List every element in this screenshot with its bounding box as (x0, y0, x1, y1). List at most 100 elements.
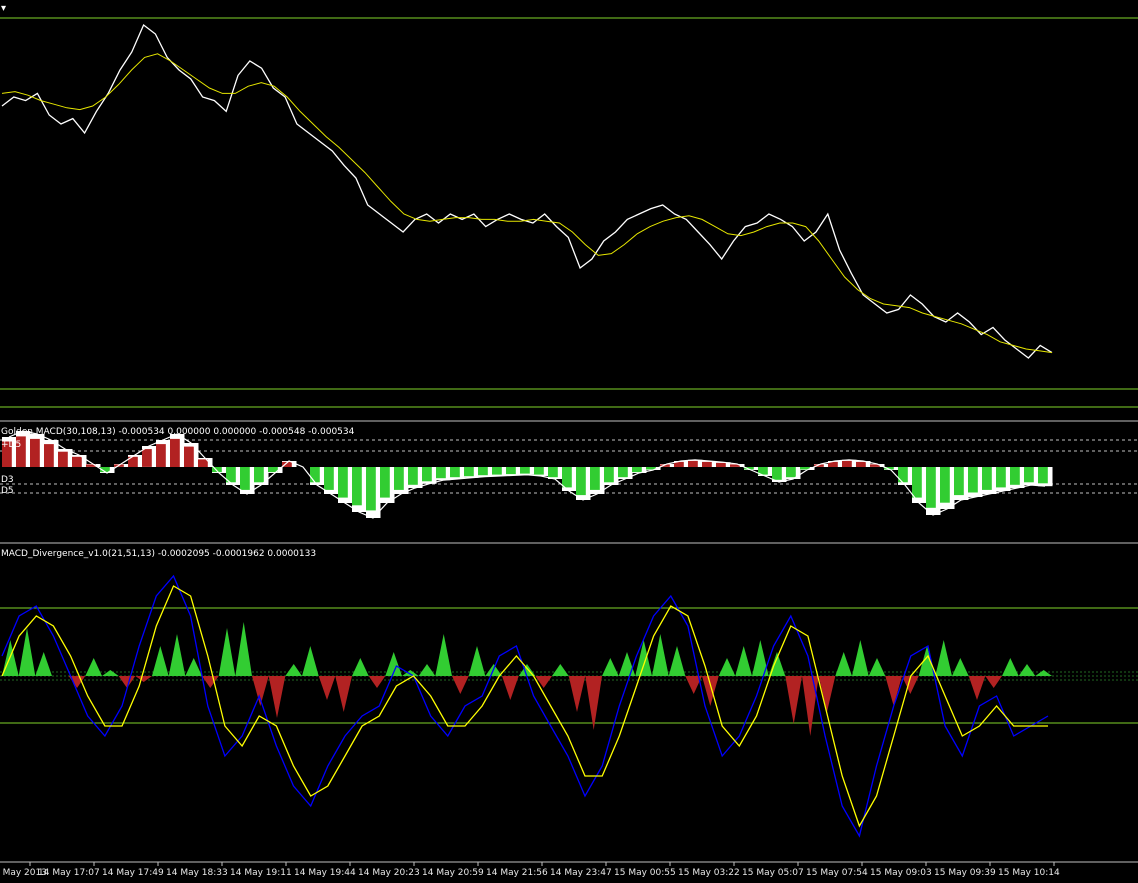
divergence-bar (18, 628, 36, 676)
golden-bar (786, 467, 796, 478)
divergence-bar (952, 658, 969, 676)
golden-bar (380, 467, 390, 498)
golden-bar (44, 444, 54, 467)
golden-bar (184, 446, 194, 467)
golden-bar (198, 459, 208, 467)
divergence-bar (352, 658, 369, 676)
time-tick-label: 14 May 20:23 (358, 868, 420, 878)
divergence-bar (1035, 670, 1052, 676)
golden-bar (982, 467, 992, 490)
divergence-bar (552, 664, 569, 676)
golden-bar (702, 461, 712, 467)
macd-divergence-label: MACD_Divergence_v1.0(21,51,13) -0.000209… (1, 549, 316, 559)
golden-bar (338, 467, 348, 498)
golden-bar (604, 467, 614, 483)
golden-level-label: D5 (1, 486, 14, 496)
divergence-bar (652, 634, 669, 676)
golden-bar (856, 461, 866, 467)
golden-bar (58, 451, 68, 467)
golden-bar (562, 467, 572, 488)
golden-bar (632, 467, 642, 473)
golden-bar (1010, 467, 1020, 485)
divergence-bar (852, 640, 869, 676)
divergence-bar (535, 676, 552, 688)
golden-bar (898, 467, 908, 483)
divergence-bar (752, 640, 769, 676)
golden-bar (464, 467, 474, 477)
golden-bar (576, 467, 586, 496)
golden-bar (492, 467, 502, 475)
divergence-bar (468, 646, 486, 676)
divergence-bar (268, 676, 286, 718)
time-tick-label: 14 May 17:49 (102, 868, 164, 878)
golden-bar (366, 467, 376, 511)
time-tick-label: 15 May 03:22 (678, 868, 740, 878)
time-tick-label: 15 May 07:54 (806, 868, 868, 878)
divergence-bar (585, 676, 602, 730)
signal-line (1, 574, 1049, 838)
time-tick-label: 15 May 10:14 (998, 868, 1060, 878)
golden-bar (968, 467, 978, 493)
golden-bar (716, 462, 726, 467)
divergence-bar (868, 658, 886, 676)
golden-bar (254, 467, 264, 483)
divergence-bars-group (2, 622, 1052, 736)
golden-bar (1038, 467, 1048, 484)
time-tick-label: 15 May 05:07 (742, 868, 804, 878)
time-tick-label: 14 May 18:33 (166, 868, 228, 878)
macd-line (1, 585, 1048, 828)
time-tick-label: 15 May 00:55 (614, 868, 676, 878)
golden-bar (156, 444, 166, 467)
divergence-bar (435, 634, 452, 676)
golden-bar (1024, 467, 1034, 483)
divergence-bar (235, 622, 252, 676)
golden-bar (352, 467, 362, 506)
divergence-bar (35, 652, 52, 676)
golden-macd-panel: Golden MACD(30,108,13) -0.000534 0.00000… (0, 427, 1138, 519)
moving-average-line (1, 53, 1053, 354)
golden-bar (422, 467, 432, 482)
golden-level-label: +D5 (1, 440, 21, 450)
time-tick-label: 14 May 23:47 (550, 868, 612, 878)
time-tick-label: 14 May 19:44 (294, 868, 356, 878)
golden-bar (842, 460, 852, 467)
golden-bar (394, 467, 404, 490)
golden-bar (618, 467, 628, 478)
golden-bar (436, 467, 446, 479)
divergence-bar (252, 676, 269, 706)
divergence-bar (835, 652, 852, 676)
golden-bar (996, 467, 1006, 488)
golden-bar (72, 456, 82, 467)
golden-bar (954, 467, 964, 496)
golden-level-label: D3 (1, 475, 14, 485)
divergence-bar (85, 658, 102, 676)
divergence-bar (368, 676, 386, 688)
divergence-bar (818, 676, 836, 712)
price-panel: ▾ (0, 3, 1138, 408)
divergence-bar (452, 676, 469, 694)
macd-divergence-panel: MACD_Divergence_v1.0(21,51,13) -0.000209… (0, 549, 1138, 838)
golden-bar (534, 467, 544, 475)
divergence-bar (218, 628, 236, 676)
chart-canvas: ▾ Golden MACD(30,108,13) -0.000534 0.000… (0, 3, 1138, 878)
golden-bar (310, 467, 320, 483)
time-tick-label: 15 May 09:03 (870, 868, 932, 878)
divergence-bar (718, 658, 736, 676)
divergence-bar (285, 664, 302, 676)
divergence-bar (602, 658, 619, 676)
time-tick-label: 14 May 19:11 (230, 868, 292, 878)
golden-macd-label: Golden MACD(30,108,13) -0.000534 0.00000… (1, 427, 355, 437)
golden-bar (940, 467, 950, 503)
scroll-marker-icon[interactable]: ▾ (1, 3, 6, 14)
price-series-group (1, 23, 1053, 359)
divergence-bar (735, 646, 752, 676)
divergence-bar (1002, 658, 1019, 676)
divergence-bar (168, 634, 186, 676)
divergence-bar (1018, 664, 1036, 676)
divergence-bar (318, 676, 336, 700)
golden-bar (30, 438, 40, 467)
divergence-bar (668, 646, 686, 676)
divergence-bar (335, 676, 352, 712)
golden-bar (324, 467, 334, 490)
golden-bar (688, 460, 698, 467)
